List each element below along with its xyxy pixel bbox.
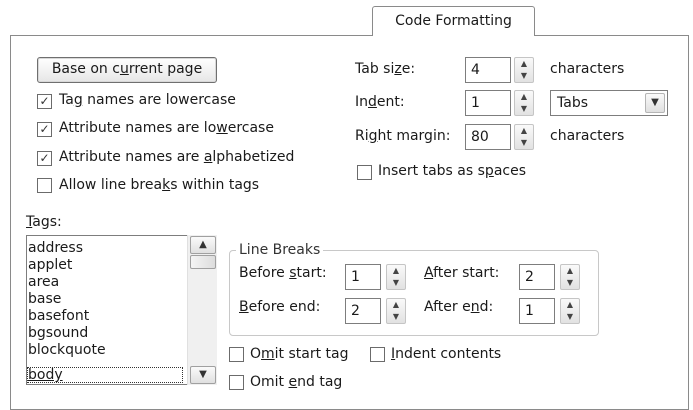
spin-down-icon[interactable]: ▼ [561, 311, 579, 323]
after-start-label: After start: [424, 265, 500, 281]
insert-tabs-as-spaces-label: Insert tabs as spaces [378, 163, 526, 179]
after-end-label: After end: [424, 299, 494, 315]
indent-contents-checkbox[interactable] [370, 347, 385, 362]
allow-line-breaks-checkbox[interactable] [37, 178, 52, 193]
insert-tabs-as-spaces-checkbox[interactable] [357, 165, 372, 180]
scroll-down-icon[interactable]: ▼ [190, 366, 216, 384]
spin-up-icon[interactable]: ▲ [515, 91, 533, 103]
indent-input[interactable]: 1 [465, 90, 511, 116]
spin-down-icon[interactable]: ▼ [387, 311, 405, 323]
right-margin-label: Right margin: [355, 128, 451, 144]
base-on-current-page-button[interactable]: Base on current page [37, 57, 217, 83]
after-start-input[interactable]: 2 [519, 264, 555, 290]
after-end-spinner[interactable]: ▲ ▼ [560, 298, 580, 324]
line-breaks-group-title: Line Breaks [236, 242, 324, 258]
spin-up-icon[interactable]: ▲ [387, 299, 405, 311]
before-end-label: Before end: [239, 299, 321, 315]
list-item[interactable]: area [27, 274, 59, 290]
base-button-label-accel: u [119, 61, 129, 77]
omit-end-tag-label: Omit end tag [250, 374, 343, 390]
spin-up-icon[interactable]: ▲ [515, 58, 533, 70]
base-button-label-post: rrent page [128, 61, 203, 77]
spin-up-icon[interactable]: ▲ [387, 265, 405, 277]
before-start-spinner[interactable]: ▲ ▼ [386, 264, 406, 290]
omit-start-tag-checkbox[interactable] [229, 347, 244, 362]
scroll-up-icon[interactable]: ▲ [190, 236, 216, 254]
spin-down-icon[interactable]: ▼ [515, 70, 533, 82]
right-margin-unit: characters [550, 128, 625, 144]
chevron-down-icon[interactable]: ▼ [645, 93, 665, 113]
spin-up-icon[interactable]: ▲ [561, 299, 579, 311]
spin-up-icon[interactable]: ▲ [515, 125, 533, 137]
before-end-spinner[interactable]: ▲ ▼ [386, 298, 406, 324]
list-item[interactable]: applet [27, 257, 72, 273]
list-item[interactable]: address [27, 240, 83, 256]
spin-up-icon[interactable]: ▲ [561, 265, 579, 277]
right-margin-input[interactable]: 80 [465, 124, 511, 150]
indent-label: Indent: [355, 94, 405, 110]
list-item[interactable]: basefont [27, 308, 89, 324]
list-item-selected[interactable]: body [27, 367, 183, 383]
right-margin-spinner[interactable]: ▲ ▼ [514, 124, 534, 150]
tags-scrollbar[interactable]: ▲ ▼ [187, 235, 217, 385]
before-end-input[interactable]: 2 [345, 298, 381, 324]
omit-end-tag-checkbox[interactable] [229, 375, 244, 390]
tag-names-lowercase-label: Tag names are lowercase [59, 92, 236, 108]
indent-mode-value: Tabs [557, 95, 588, 111]
spin-down-icon[interactable]: ▼ [387, 277, 405, 289]
tab-size-unit: characters [550, 61, 625, 77]
spin-down-icon[interactable]: ▼ [515, 137, 533, 149]
tag-names-lowercase-checkbox[interactable]: ✓ [37, 94, 52, 109]
attribute-names-lowercase-checkbox[interactable]: ✓ [37, 122, 52, 137]
tab-size-label: Tab size: [355, 61, 416, 77]
indent-mode-select[interactable]: Tabs ▼ [550, 90, 668, 116]
after-end-input[interactable]: 1 [519, 298, 555, 324]
scroll-thumb[interactable] [190, 255, 216, 269]
attribute-names-lowercase-label: Attribute names are lowercase [59, 120, 274, 136]
tab-size-spinner[interactable]: ▲ ▼ [514, 57, 534, 83]
before-start-input[interactable]: 1 [345, 264, 381, 290]
before-start-label: Before start: [239, 265, 327, 281]
indent-contents-label: Indent contents [391, 346, 502, 362]
omit-start-tag-label: Omit start tag [250, 346, 349, 362]
list-item[interactable]: blockquote [27, 342, 106, 358]
attribute-names-alphabetized-label: Attribute names are alphabetized [59, 149, 295, 165]
allow-line-breaks-label: Allow line breaks within tags [59, 177, 260, 193]
tab-size-input[interactable]: 4 [465, 57, 511, 83]
attribute-names-alphabetized-checkbox[interactable]: ✓ [37, 151, 52, 166]
tags-label: Tags: [26, 214, 62, 230]
spin-down-icon[interactable]: ▼ [561, 277, 579, 289]
after-start-spinner[interactable]: ▲ ▼ [560, 264, 580, 290]
base-button-label-pre: Base on c [51, 61, 120, 77]
spin-down-icon[interactable]: ▼ [515, 103, 533, 115]
list-item[interactable]: bgsound [27, 325, 88, 341]
indent-spinner[interactable]: ▲ ▼ [514, 90, 534, 116]
list-item[interactable]: base [27, 291, 61, 307]
tab-code-formatting[interactable]: Code Formatting [372, 6, 535, 36]
